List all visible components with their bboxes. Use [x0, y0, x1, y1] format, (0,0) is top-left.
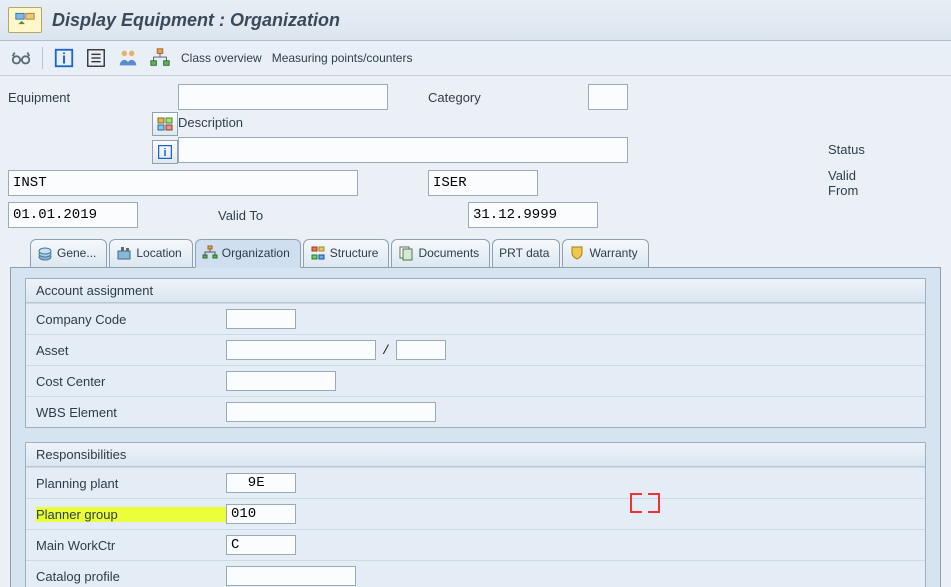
asset-sub-field[interactable]: [396, 340, 446, 360]
glasses-icon[interactable]: [10, 47, 32, 69]
tab-documents-label: Documents: [418, 246, 479, 260]
status-info-icon[interactable]: i: [152, 140, 178, 164]
group-title-account: Account assignment: [26, 279, 925, 303]
group-responsibilities: Responsibilities Planning plant Planner …: [25, 442, 926, 587]
tab-warranty-label: Warranty: [589, 246, 637, 260]
header-area: Equipment Category Description i Status …: [0, 76, 951, 232]
tab-documents[interactable]: Documents: [391, 239, 490, 267]
tab-general[interactable]: Gene...: [30, 239, 107, 267]
description-label: Description: [178, 113, 428, 132]
category-field[interactable]: [588, 84, 628, 110]
svg-text:i: i: [62, 52, 66, 68]
tab-organization-label: Organization: [222, 246, 290, 260]
valid-from-field[interactable]: [8, 202, 138, 228]
tabstrip: Gene... Location Organization Structure …: [30, 238, 941, 267]
asset-label: Asset: [36, 343, 226, 358]
title-bar: Display Equipment : Organization: [0, 0, 951, 41]
status-label: Status: [828, 140, 888, 159]
tab-prt-label: PRT data: [499, 246, 549, 260]
planning-plant-field[interactable]: [226, 473, 296, 493]
tab-body-organization: Account assignment Company Code Asset / …: [10, 267, 941, 587]
planner-group-field[interactable]: [226, 504, 296, 524]
catalog-profile-label: Catalog profile: [36, 569, 226, 584]
measuring-points-button[interactable]: Measuring points/counters: [272, 51, 413, 65]
toolbar: i Class overview Measuring points/counte…: [0, 41, 951, 76]
tab-prt[interactable]: PRT data: [492, 239, 560, 267]
hierarchy-icon[interactable]: [149, 47, 171, 69]
tab-location[interactable]: Location: [109, 239, 192, 267]
equipment-label: Equipment: [8, 88, 178, 107]
status-field-2: [428, 170, 538, 196]
company-code-label: Company Code: [36, 312, 226, 327]
tab-general-label: Gene...: [57, 246, 96, 260]
info-icon[interactable]: i: [53, 47, 75, 69]
wbs-element-field[interactable]: [226, 402, 436, 422]
tab-structure-label: Structure: [330, 246, 379, 260]
equipment-field[interactable]: [178, 84, 388, 110]
status-field: [8, 170, 358, 196]
description-field[interactable]: [178, 137, 628, 163]
valid-from-label: Valid From: [828, 166, 888, 200]
partners-icon[interactable]: [117, 47, 139, 69]
svg-text:i: i: [163, 147, 166, 159]
app-menu-icon[interactable]: [8, 7, 42, 33]
group-title-responsibilities: Responsibilities: [26, 443, 925, 467]
tab-organization[interactable]: Organization: [195, 239, 301, 268]
main-workctr-label: Main WorkCtr: [36, 538, 226, 553]
catalog-profile-field[interactable]: [226, 566, 356, 586]
cost-center-field[interactable]: [226, 371, 336, 391]
valid-to-field[interactable]: [468, 202, 598, 228]
asset-sub-separator: /: [382, 343, 390, 358]
valid-to-label: Valid To: [178, 206, 428, 225]
classification-icon[interactable]: [152, 112, 178, 136]
category-label: Category: [428, 88, 588, 107]
company-code-field[interactable]: [226, 309, 296, 329]
planner-group-label: Planner group: [36, 507, 226, 522]
page-title: Display Equipment : Organization: [52, 10, 340, 31]
planning-plant-label: Planning plant: [36, 476, 226, 491]
asset-field[interactable]: [226, 340, 376, 360]
main-workctr-field[interactable]: [226, 535, 296, 555]
tab-structure[interactable]: Structure: [303, 239, 390, 267]
class-overview-button[interactable]: Class overview: [181, 51, 262, 65]
wbs-element-label: WBS Element: [36, 405, 226, 420]
cost-center-label: Cost Center: [36, 374, 226, 389]
tab-warranty[interactable]: Warranty: [562, 239, 648, 267]
tab-location-label: Location: [136, 246, 181, 260]
group-account-assignment: Account assignment Company Code Asset / …: [25, 278, 926, 428]
list-icon[interactable]: [85, 47, 107, 69]
